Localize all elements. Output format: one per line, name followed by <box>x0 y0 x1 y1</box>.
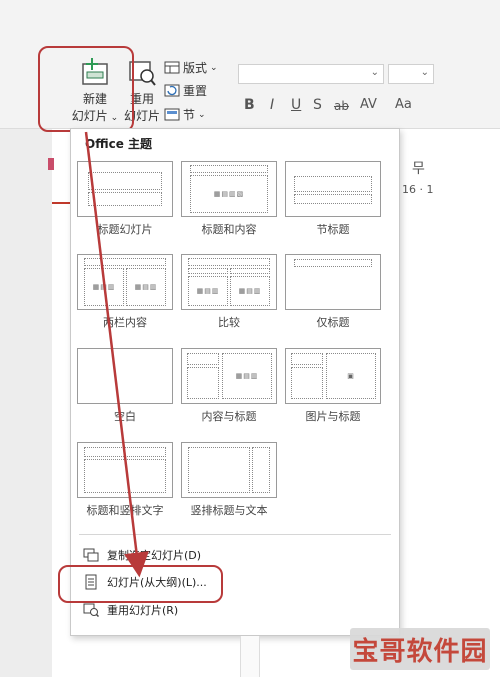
layout-label: 空白 <box>114 410 136 423</box>
layout-button[interactable]: 版式 ⌄ <box>164 59 218 76</box>
layout-thumb <box>181 442 277 498</box>
new-slide-highlight <box>38 46 134 132</box>
bold-button[interactable]: B <box>244 97 255 113</box>
shadow-button[interactable]: S <box>313 97 322 113</box>
section-button[interactable]: 节 ⌄ <box>164 106 206 123</box>
layout-picture-with-caption[interactable]: ▣ 图片与标题 <box>285 348 381 424</box>
font-size-combo[interactable]: ⌄ <box>388 64 434 84</box>
layout-title-slide[interactable]: 标题幻灯片 <box>77 161 173 237</box>
change-case-button[interactable]: Aa <box>395 97 412 112</box>
korean-glyph: 무 <box>412 161 425 177</box>
layout-label: 版式 <box>183 61 208 75</box>
character-spacing-button[interactable]: AV <box>360 97 377 112</box>
reset-label: 重置 <box>183 84 208 98</box>
reset-icon <box>164 84 180 97</box>
reuse-slide-icon <box>83 603 99 617</box>
layout-title-and-content[interactable]: ▦▤▥▧ 标题和内容 <box>181 161 277 237</box>
section-label: 节 <box>183 108 196 122</box>
layout-label: 图片与标题 <box>305 410 361 423</box>
layout-comparison[interactable]: ▦▤▥ ▦▤▥ 比较 <box>181 254 277 330</box>
duplicate-label: 复制选定幻灯片(D) <box>107 549 202 562</box>
layout-label: 两栏内容 <box>103 316 147 329</box>
layout-thumb: ▦▤▥ <box>181 348 277 404</box>
reset-button[interactable]: 重置 <box>164 82 207 99</box>
slide-pane-marker <box>48 158 54 170</box>
duplicate-slide-icon <box>83 548 99 562</box>
layout-thumb: ▦▤▥▧ <box>181 161 277 217</box>
layout-section-header[interactable]: 节标题 <box>285 161 381 237</box>
watermark-text: 宝哥软件园 <box>352 636 488 667</box>
layout-thumb <box>77 161 173 217</box>
layout-label: 内容与标题 <box>201 410 257 423</box>
layout-label: 比较 <box>218 316 240 329</box>
layout-thumb <box>285 161 381 217</box>
layout-thumb: ▦▤▥ ▦▤▥ <box>77 254 173 310</box>
scroll-fragment <box>240 636 260 677</box>
layout-content-with-caption[interactable]: ▦▤▥ 内容与标题 <box>181 348 277 424</box>
font-name-dropdown-icon: ⌄ <box>370 67 379 78</box>
layout-label: 节标题 <box>316 223 350 236</box>
layout-thumb: ▣ <box>285 348 381 404</box>
font-size-dropdown-icon: ⌄ <box>420 67 429 78</box>
layout-thumb: ▦▤▥ ▦▤▥ <box>181 254 277 310</box>
slide-pane-accent <box>52 202 70 204</box>
italic-button[interactable]: I <box>270 97 274 113</box>
outline-item-highlight <box>58 565 223 603</box>
layout-blank[interactable]: 空白 <box>77 348 173 424</box>
layout-label: 标题幻灯片 <box>97 223 153 236</box>
font-name-combo[interactable]: ⌄ <box>238 64 384 84</box>
ruler-marks: 16 · 1 <box>402 183 434 196</box>
layout-label: 标题和竖排文字 <box>86 504 164 517</box>
duplicate-selected-slides-item[interactable]: 复制选定幻灯片(D) <box>83 547 201 563</box>
layout-vertical-title-and-text[interactable]: 竖排标题与文本 <box>181 442 277 518</box>
layout-icon <box>164 61 180 74</box>
gallery-divider <box>79 534 391 535</box>
layout-thumb <box>285 254 381 310</box>
layout-two-content[interactable]: ▦▤▥ ▦▤▥ 两栏内容 <box>77 254 173 330</box>
reuse-item-label: 重用幻灯片(R) <box>107 604 179 617</box>
new-slide-gallery: Office 主题 标题幻灯片 ▦▤▥▧ 标题和内容 节标题 ▦▤▥ ▦▤▥ 两… <box>70 128 400 636</box>
strikethrough-button[interactable]: ab <box>334 99 349 113</box>
layout-label: 竖排标题与文本 <box>190 504 268 517</box>
underline-button[interactable]: U <box>291 97 301 113</box>
watermark: 宝哥软件园 <box>350 628 490 670</box>
layout-title-only[interactable]: 仅标题 <box>285 254 381 330</box>
layout-label: 仅标题 <box>316 316 350 329</box>
layout-title-and-vertical-text[interactable]: 标题和竖排文字 <box>77 442 173 518</box>
reuse-slides-item[interactable]: 重用幻灯片(R) <box>83 602 178 618</box>
layout-label: 标题和内容 <box>201 223 257 236</box>
section-icon <box>164 108 180 121</box>
layout-thumb <box>77 442 173 498</box>
gallery-title: Office 主题 <box>85 137 153 151</box>
layout-thumb <box>77 348 173 404</box>
